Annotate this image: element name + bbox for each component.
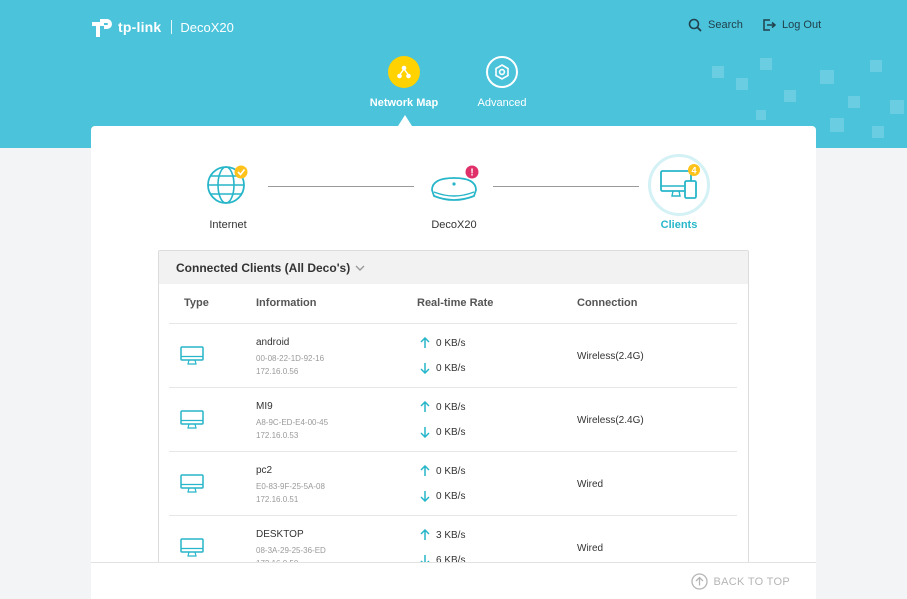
- tab-advanced[interactable]: Advanced: [457, 56, 547, 109]
- upload-rate: 0 KB/s: [420, 337, 465, 349]
- decor-pixel: [890, 100, 904, 114]
- topology-link: [493, 186, 639, 187]
- logout-label: Log Out: [782, 19, 822, 31]
- main-card: Internet ! DecoX20 4 Clients Connected C…: [91, 126, 816, 599]
- brand-name: tp-link: [118, 19, 162, 35]
- client-name: pc2: [256, 465, 273, 476]
- back-to-top-label: BACK TO TOP: [713, 575, 790, 588]
- client-connection: Wired: [577, 543, 604, 554]
- client-connection: Wired: [577, 479, 604, 490]
- download-rate-value: 0 KB/s: [436, 490, 466, 502]
- decor-pixel: [712, 66, 724, 78]
- download-rate: 0 KB/s: [420, 426, 465, 438]
- column-header-information: Information: [256, 297, 317, 309]
- arrow-up-circle-icon: [690, 573, 708, 590]
- download-rate: 0 KB/s: [420, 490, 465, 502]
- deco-router-icon: !: [431, 165, 479, 201]
- upload-rate-value: 0 KB/s: [436, 465, 466, 477]
- logo-divider: [171, 20, 173, 34]
- client-name: MI9: [256, 401, 273, 412]
- upload-rate: 3 KB/s: [420, 529, 465, 541]
- client-connection: Wireless(2.4G): [577, 351, 644, 362]
- logout-icon: [763, 19, 776, 31]
- decor-pixel: [872, 126, 884, 138]
- computer-icon: [180, 474, 204, 493]
- search-label: Search: [708, 19, 743, 31]
- tab-advanced-label: Advanced: [477, 97, 527, 109]
- decor-pixel: [870, 60, 882, 72]
- clients-label: Clients: [660, 219, 698, 231]
- footer-bar: BACK TO TOP: [91, 562, 816, 599]
- client-ip: 172.16.0.53: [256, 431, 299, 440]
- brand-logo[interactable]: tp-link DecoX20: [90, 14, 234, 40]
- deco-label: DecoX20: [431, 219, 477, 231]
- active-tab-pointer: [398, 115, 412, 126]
- network-map-icon: [388, 56, 420, 88]
- table-row[interactable]: android 00-08-22-1D-92-16 172.16.0.56 0 …: [159, 324, 749, 388]
- client-mac: E0-83-9F-25-5A-08: [256, 482, 325, 491]
- computer-icon: [180, 538, 204, 557]
- upload-rate-value: 0 KB/s: [436, 337, 466, 349]
- decor-pixel: [848, 96, 860, 108]
- client-mac: 08-3A-29-25-36-ED: [256, 546, 326, 555]
- column-header-rate: Real-time Rate: [417, 297, 494, 309]
- upload-rate: 0 KB/s: [420, 465, 465, 477]
- decor-pixel: [820, 70, 834, 84]
- client-mac: A8-9C-ED-E4-00-45: [256, 418, 329, 427]
- decor-pixel: [784, 90, 796, 102]
- download-rate-value: 0 KB/s: [436, 426, 466, 438]
- chevron-down-icon: [355, 265, 365, 271]
- back-to-top-button[interactable]: BACK TO TOP: [690, 573, 790, 590]
- client-connection: Wireless(2.4G): [577, 415, 644, 426]
- topology-internet[interactable]: Internet: [196, 162, 260, 231]
- client-name: android: [256, 337, 290, 348]
- clients-count-badge: 4: [691, 166, 696, 176]
- arrow-down-icon: [420, 427, 430, 438]
- upload-rate-value: 3 KB/s: [436, 529, 466, 541]
- arrow-up-icon: [420, 401, 430, 412]
- topology-link: [268, 186, 414, 187]
- upload-rate-value: 0 KB/s: [436, 401, 466, 413]
- computer-phone-icon: 4: [660, 164, 700, 199]
- arrow-up-icon: [420, 529, 430, 540]
- topology-deco[interactable]: ! DecoX20: [420, 162, 488, 231]
- tp-link-logo-icon: [90, 15, 114, 39]
- search-button[interactable]: Search: [688, 18, 743, 32]
- decor-pixel: [756, 110, 766, 120]
- client-mac: 00-08-22-1D-92-16: [256, 354, 325, 363]
- deco-alert-badge: !: [470, 168, 473, 179]
- arrow-up-icon: [420, 337, 430, 348]
- clients-panel-header[interactable]: Connected Clients (All Deco's): [159, 251, 748, 284]
- arrow-down-icon: [420, 363, 430, 374]
- table-row[interactable]: pc2 E0-83-9F-25-5A-08 172.16.0.51 0 KB/s…: [159, 452, 749, 516]
- tab-network-map[interactable]: Network Map: [359, 56, 449, 109]
- computer-icon: [180, 346, 204, 365]
- arrow-down-icon: [420, 491, 430, 502]
- clients-ring: 4: [648, 154, 710, 216]
- upload-rate: 0 KB/s: [420, 401, 465, 413]
- decor-pixel: [830, 118, 844, 132]
- globe-icon: [207, 165, 248, 204]
- tab-network-map-label: Network Map: [369, 97, 439, 109]
- computer-icon: [180, 410, 204, 429]
- topology-clients[interactable]: 4 Clients: [645, 154, 713, 231]
- column-header-connection: Connection: [577, 297, 638, 309]
- search-icon: [688, 18, 702, 32]
- clients-panel-title: Connected Clients (All Deco's): [176, 260, 351, 275]
- download-rate: 0 KB/s: [420, 362, 465, 374]
- decor-pixel: [736, 78, 748, 90]
- download-rate-value: 0 KB/s: [436, 362, 466, 374]
- client-ip: 172.16.0.56: [256, 367, 299, 376]
- client-name: DESKTOP: [256, 529, 304, 540]
- device-model: DecoX20: [180, 19, 234, 35]
- internet-label: Internet: [209, 219, 247, 231]
- table-row[interactable]: MI9 A8-9C-ED-E4-00-45 172.16.0.53 0 KB/s…: [159, 388, 749, 452]
- connected-clients-panel: Connected Clients (All Deco's) Type Info…: [158, 250, 749, 599]
- logout-button[interactable]: Log Out: [762, 18, 821, 32]
- decor-pixel: [760, 58, 772, 70]
- arrow-up-icon: [420, 465, 430, 476]
- gear-icon: [486, 56, 518, 88]
- client-ip: 172.16.0.51: [256, 495, 299, 504]
- column-header-type: Type: [184, 297, 209, 309]
